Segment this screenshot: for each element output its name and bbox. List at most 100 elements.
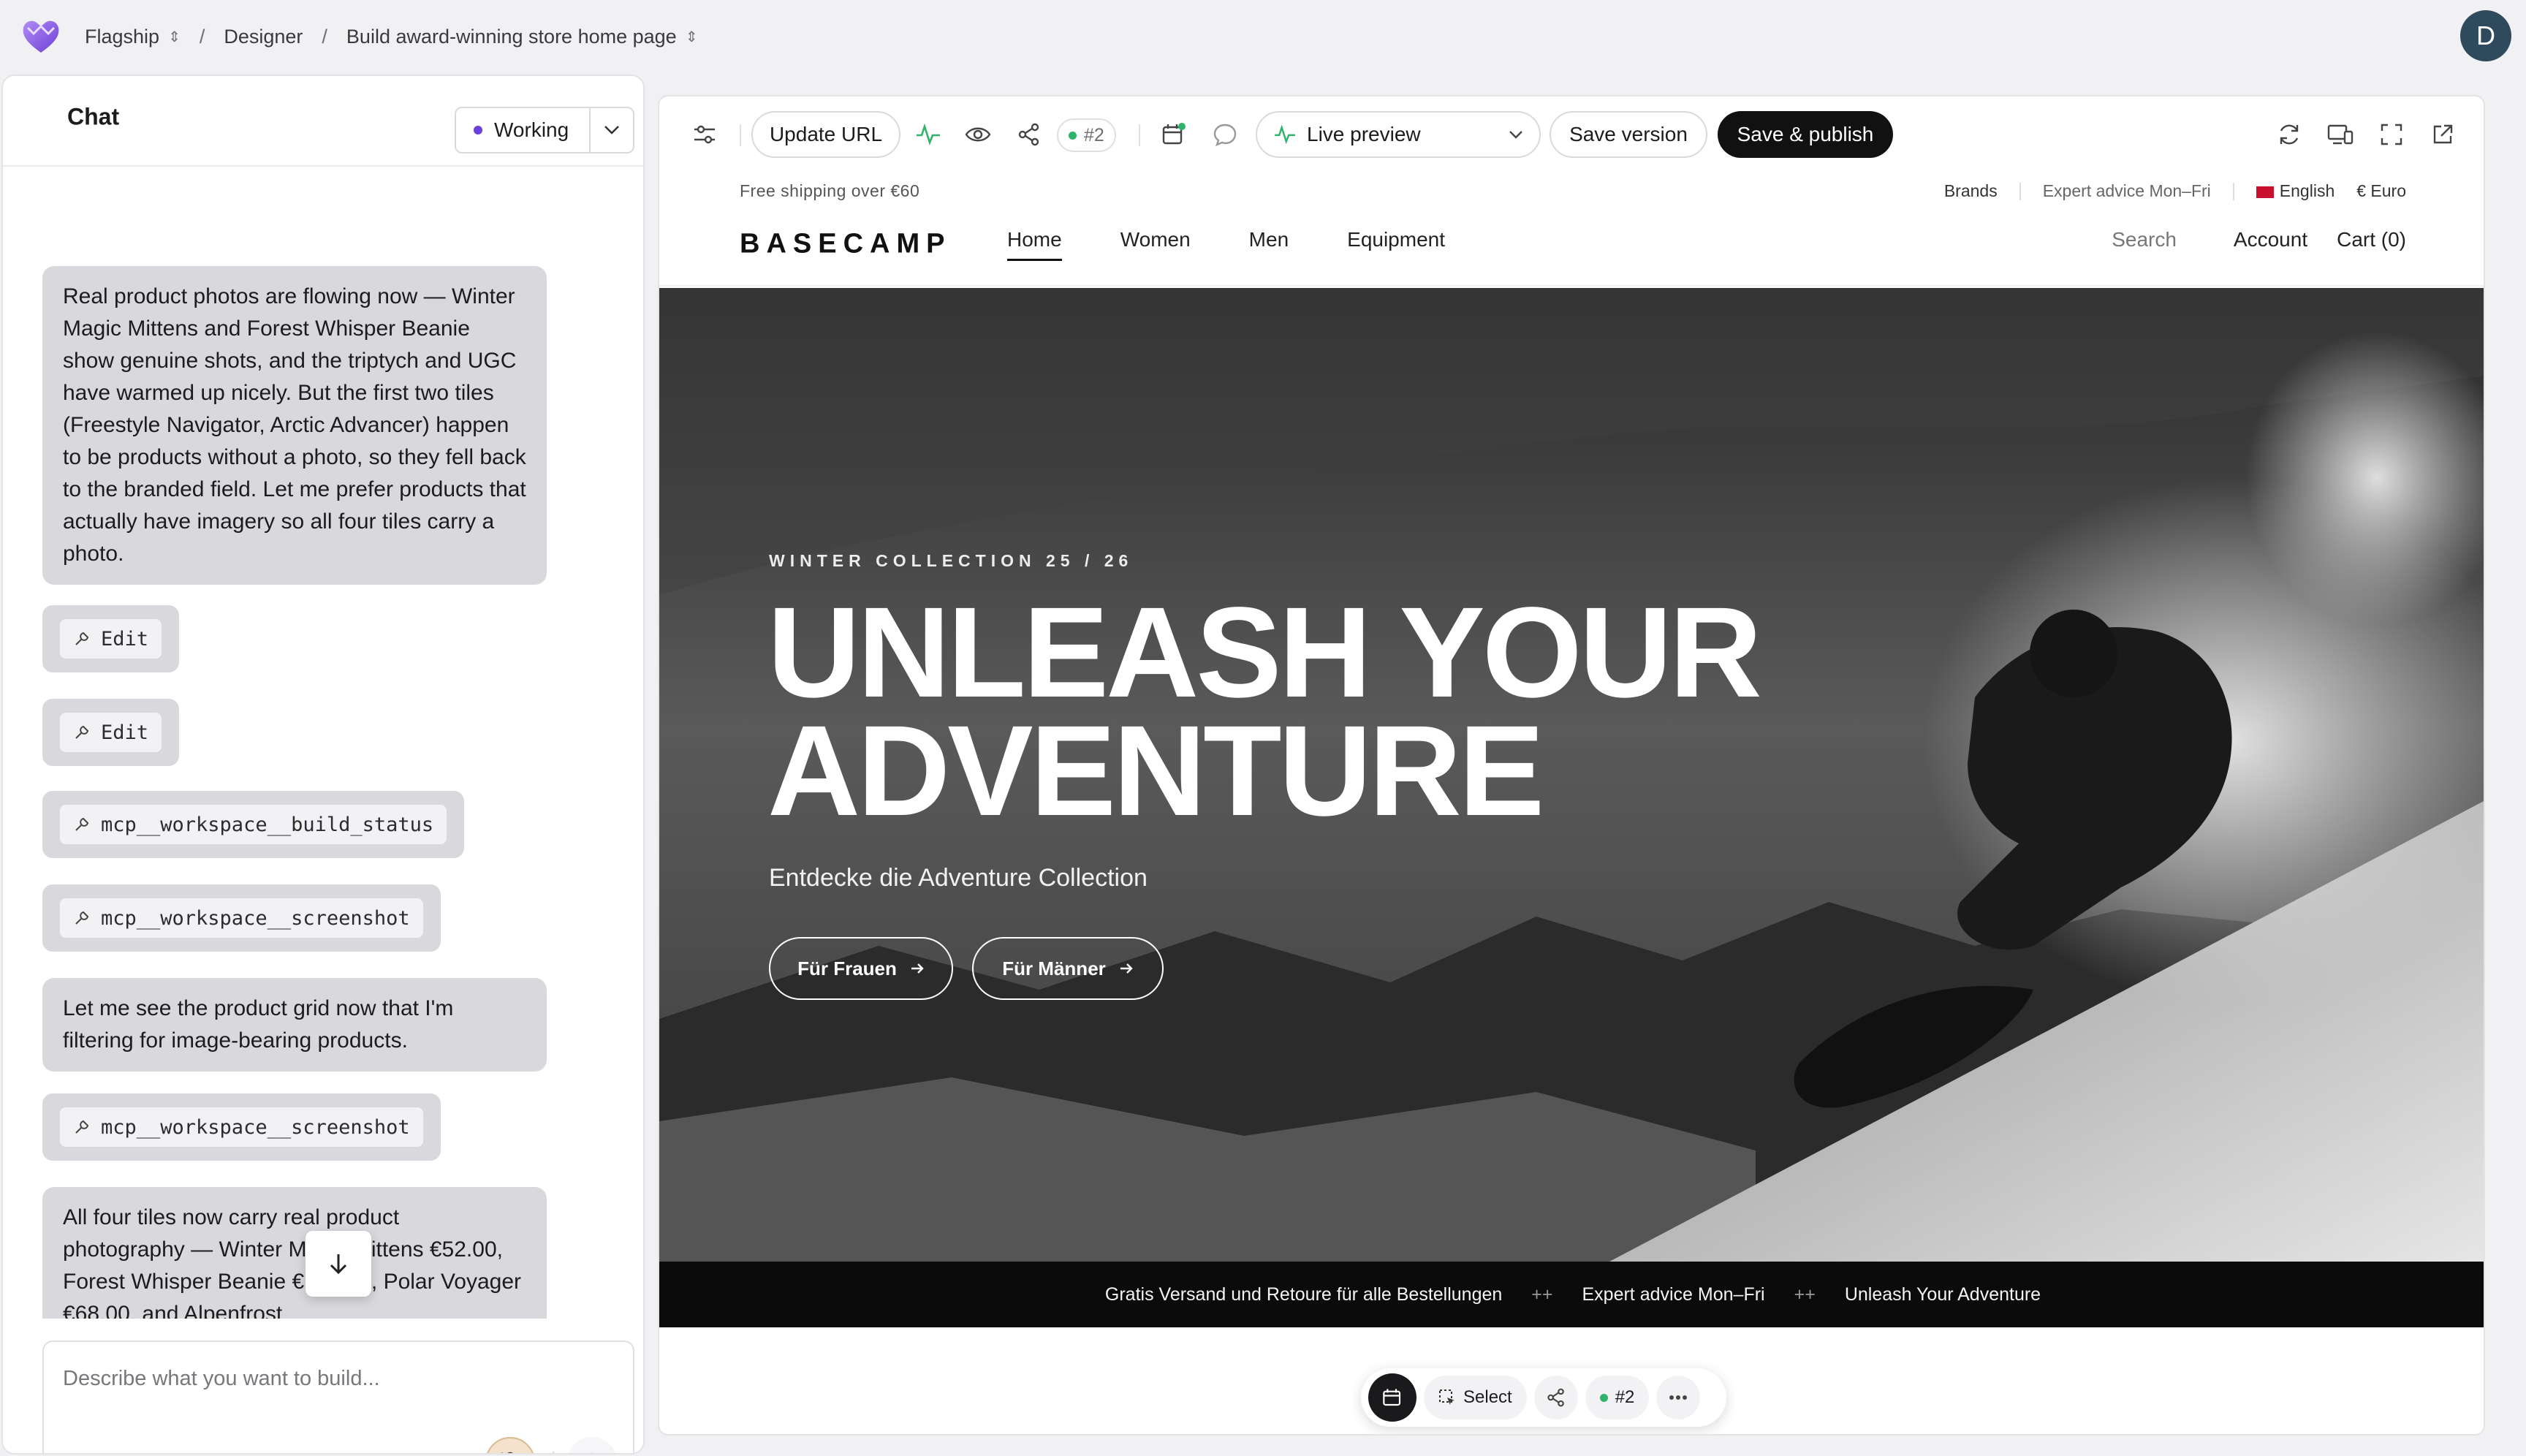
save-publish-button[interactable]: Save & publish xyxy=(1718,111,1893,158)
site-preview: Free shipping over €60 Brands Expert adv… xyxy=(659,174,2484,1434)
image-add-icon[interactable] xyxy=(73,1449,104,1453)
tool-chip: Edit xyxy=(60,713,162,752)
cart-link[interactable]: Cart (0) xyxy=(2337,228,2406,251)
menu-item-home[interactable]: Home xyxy=(1007,228,1062,261)
breadcrumb-page[interactable]: Build award-winning store home page ⇕ xyxy=(346,26,698,48)
mic-off-icon[interactable] xyxy=(485,1437,535,1453)
calendar-badge-icon[interactable] xyxy=(1156,117,1191,152)
cta-men-button[interactable]: Für Männer xyxy=(972,937,1164,1000)
prompt-input[interactable] xyxy=(63,1357,618,1400)
breadcrumb-separator: / xyxy=(199,25,205,48)
status-dot xyxy=(474,126,482,134)
message-text: Real product photos are flowing now — Wi… xyxy=(63,284,526,566)
chevron-up-down-icon: ⇕ xyxy=(168,29,181,45)
scroll-to-bottom-button[interactable] xyxy=(306,1231,371,1297)
status-button[interactable]: Working xyxy=(456,118,589,142)
version-badge[interactable]: #2 xyxy=(1585,1376,1650,1419)
select-button[interactable]: Select xyxy=(1424,1376,1527,1419)
cta-men-label: Für Männer xyxy=(1002,957,1106,979)
toolbar-divider xyxy=(1139,124,1140,146)
share-icon[interactable] xyxy=(1012,117,1047,152)
chevron-down-icon xyxy=(604,126,619,134)
send-button[interactable] xyxy=(567,1437,617,1453)
chevron-up-down-icon: ⇕ xyxy=(685,29,698,45)
site-nav: BASECAMP Home Women Men Equipment Search… xyxy=(659,206,2484,287)
update-url-label: Update URL xyxy=(769,123,883,145)
status-menu-button[interactable] xyxy=(589,108,633,152)
chat-bubble-icon[interactable] xyxy=(1207,117,1243,152)
hero-title-line1: UNLEASH YOUR xyxy=(767,581,1762,724)
composer xyxy=(42,1341,634,1453)
assistant-message: All four tiles now carry real product ph… xyxy=(42,1187,547,1319)
update-url-button[interactable]: Update URL xyxy=(751,111,900,158)
devices-icon[interactable] xyxy=(2323,117,2358,152)
chat-header: Chat Working xyxy=(3,76,643,167)
live-preview-dropdown[interactable]: Live preview xyxy=(1256,111,1541,158)
message-list[interactable]: Real product photos are flowing now — Wi… xyxy=(3,168,643,1319)
breadcrumb-separator: / xyxy=(322,25,327,48)
menu-item-equipment[interactable]: Equipment xyxy=(1347,228,1445,261)
promo-brands-link[interactable]: Brands xyxy=(1944,181,1998,201)
message-text: All four tiles now carry real product ph… xyxy=(63,1205,522,1319)
toolbar-divider xyxy=(740,124,741,146)
hero-eyebrow: WINTER COLLECTION 25 / 26 xyxy=(769,551,1134,570)
preview-panel: Update URL #2 Live preview Save version … xyxy=(658,95,2485,1436)
eye-icon[interactable] xyxy=(960,117,995,152)
save-version-button[interactable]: Save version xyxy=(1550,111,1707,158)
avatar[interactable]: D xyxy=(2460,10,2511,61)
message-text: Let me see the product grid now that I'm… xyxy=(63,996,454,1053)
hero-title: UNLEASH YOUR ADVENTURE xyxy=(767,581,1791,835)
currency-selector[interactable]: € Euro xyxy=(2356,181,2406,201)
site-logo[interactable]: BASECAMP xyxy=(740,229,951,260)
logo-heart-icon[interactable] xyxy=(20,16,61,57)
menu-item-men[interactable]: Men xyxy=(1249,228,1289,261)
status-dot xyxy=(1069,131,1077,140)
tool-name: mcp__workspace__build_status xyxy=(101,813,434,836)
search-link[interactable]: Search xyxy=(2112,228,2177,251)
tool-call[interactable]: mcp__workspace__build_status xyxy=(42,791,465,858)
hero-banner: WINTER COLLECTION 25 / 26 UNLEASH YOUR A… xyxy=(659,288,2484,1262)
chat-title: Chat xyxy=(67,103,120,130)
tool-name: mcp__workspace__screenshot xyxy=(101,906,410,930)
arrow-right-icon xyxy=(1120,963,1133,974)
tool-call[interactable]: Edit xyxy=(42,605,180,672)
breadcrumb: Flagship ⇕ / Designer / Build award-winn… xyxy=(85,26,697,48)
sliders-icon[interactable] xyxy=(687,117,722,152)
language-selector[interactable]: English xyxy=(2256,181,2335,201)
ticker-bar: Gratis Versand und Retoure für alle Best… xyxy=(659,1262,2484,1327)
menu-item-women[interactable]: Women xyxy=(1120,228,1191,261)
tool-chip: Edit xyxy=(60,619,162,659)
breadcrumb-page-label: Build award-winning store home page xyxy=(346,25,677,48)
cta-women-button[interactable]: Für Frauen xyxy=(769,937,953,1000)
arrow-up-icon xyxy=(591,1452,593,1453)
breadcrumb-designer[interactable]: Designer xyxy=(224,26,303,48)
floating-toolbar: Select #2 xyxy=(1361,1368,1726,1427)
tool-name: mcp__workspace__screenshot xyxy=(101,1115,410,1139)
calendar-badge-icon[interactable] xyxy=(1368,1373,1416,1422)
external-link-icon[interactable] xyxy=(2425,117,2460,152)
tool-call[interactable]: mcp__workspace__screenshot xyxy=(42,884,441,952)
breadcrumb-designer-label: Designer xyxy=(224,25,303,48)
breadcrumb-project[interactable]: Flagship ⇕ xyxy=(85,26,181,48)
version-badge[interactable]: #2 xyxy=(1057,118,1116,152)
activity-icon[interactable] xyxy=(911,117,946,152)
ticker-separator: ++ xyxy=(1794,1284,1816,1305)
tool-call[interactable]: mcp__workspace__screenshot xyxy=(42,1093,441,1161)
refresh-icon[interactable] xyxy=(2272,117,2307,152)
share-icon[interactable] xyxy=(1533,1376,1578,1419)
more-icon[interactable] xyxy=(1656,1376,1701,1419)
save-publish-label: Save & publish xyxy=(1737,123,1874,145)
promo-advice: Expert advice Mon–Fri xyxy=(2042,181,2211,200)
account-link[interactable]: Account xyxy=(2234,228,2307,251)
tool-chip: mcp__workspace__screenshot xyxy=(60,1107,423,1147)
wrench-icon xyxy=(75,1120,89,1134)
wrench-icon xyxy=(75,911,89,925)
app-root: Flagship ⇕ / Designer / Build award-winn… xyxy=(0,0,2526,1456)
preview-toolbar: Update URL #2 Live preview Save version … xyxy=(659,96,2484,174)
promo-bar: Free shipping over €60 Brands Expert adv… xyxy=(659,174,2484,206)
fullscreen-icon[interactable] xyxy=(2374,117,2409,152)
activity-icon xyxy=(1275,125,1295,144)
tool-call[interactable]: Edit xyxy=(42,699,180,766)
select-label: Select xyxy=(1463,1387,1512,1407)
save-version-label: Save version xyxy=(1569,123,1688,145)
